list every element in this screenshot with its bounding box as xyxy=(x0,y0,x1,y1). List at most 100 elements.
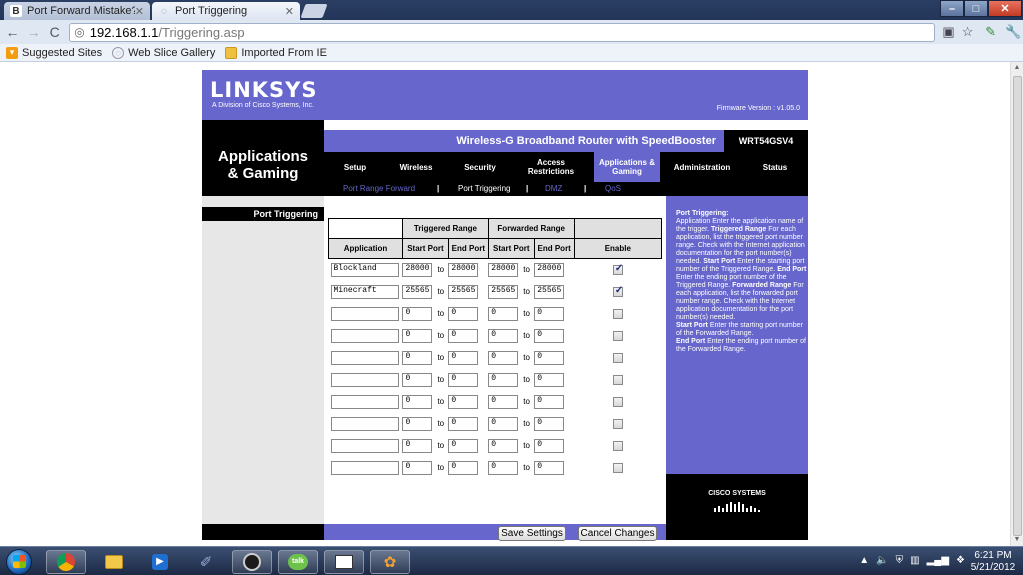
extension-icon[interactable]: ✎ xyxy=(981,24,1000,40)
triggered-start-port-input[interactable]: 0 xyxy=(402,372,433,387)
scroll-thumb[interactable] xyxy=(1013,76,1022,536)
save-settings-button[interactable]: Save Settings xyxy=(498,526,566,541)
enable-checkbox[interactable] xyxy=(612,308,623,319)
chrome-taskbar-button[interactable] xyxy=(46,550,86,574)
forwarded-end-port-input[interactable]: 0 xyxy=(534,372,565,387)
forwarded-end-port-input[interactable]: 0 xyxy=(534,306,565,321)
minimize-button[interactable]: – xyxy=(940,0,964,17)
forward-arrow-icon[interactable]: → xyxy=(25,24,42,40)
triggered-start-port-input[interactable]: 25565 xyxy=(402,284,433,299)
forwarded-start-port-input[interactable]: 0 xyxy=(488,350,519,365)
forwarded-end-port-input[interactable]: 0 xyxy=(534,350,565,365)
scroll-down-arrow-icon[interactable]: ▼ xyxy=(1011,536,1023,543)
dropbox-icon[interactable]: ❖ xyxy=(956,555,965,566)
application-name-input[interactable] xyxy=(330,394,399,409)
google-talk-taskbar-button[interactable]: talk xyxy=(278,550,318,574)
triggered-start-port-input[interactable]: 0 xyxy=(402,394,433,409)
forwarded-start-port-input[interactable]: 0 xyxy=(488,306,519,321)
star-icon[interactable]: ☆ xyxy=(958,24,977,40)
nav-administration[interactable]: Administration xyxy=(666,152,738,182)
address-bar[interactable]: ◎ 192.168.1.1/Triggering.asp xyxy=(69,22,936,42)
enable-checkbox[interactable] xyxy=(612,440,623,451)
forwarded-start-port-input[interactable]: 25565 xyxy=(488,284,519,299)
triggered-end-port-input[interactable]: 28000 xyxy=(448,262,479,277)
application-name-input[interactable]: Minecraft xyxy=(330,284,399,299)
close-window-button[interactable]: ✕ xyxy=(988,0,1022,17)
new-tab-button[interactable] xyxy=(300,4,328,18)
art-taskbar-button[interactable]: ✿ xyxy=(370,550,410,574)
nav-wireless[interactable]: Wireless xyxy=(388,152,444,182)
nav-setup[interactable]: Setup xyxy=(330,152,380,182)
translate-icon[interactable]: ▣ xyxy=(939,24,958,40)
triggered-start-port-input[interactable]: 0 xyxy=(402,438,433,453)
subnav-port-range-forward[interactable]: Port Range Forward xyxy=(343,182,415,196)
bookmark-imported-from-ie[interactable]: Imported From IE xyxy=(225,46,327,59)
forwarded-start-port-input[interactable]: 28000 xyxy=(488,262,519,277)
triggered-start-port-input[interactable]: 0 xyxy=(402,350,433,365)
window-taskbar-button[interactable] xyxy=(324,550,364,574)
volume-icon[interactable]: 🔈 xyxy=(876,555,888,566)
application-name-input[interactable] xyxy=(330,328,399,343)
triggered-end-port-input[interactable]: 0 xyxy=(448,306,479,321)
steam-taskbar-button[interactable] xyxy=(232,550,272,574)
reload-icon[interactable]: C xyxy=(46,24,63,40)
forwarded-end-port-input[interactable]: 0 xyxy=(534,328,565,343)
close-icon[interactable]: ✕ xyxy=(285,5,294,18)
triggered-end-port-input[interactable]: 25565 xyxy=(448,284,479,299)
tray-expand-icon[interactable]: ▲ xyxy=(859,555,869,566)
back-arrow-icon[interactable]: ← xyxy=(4,24,21,40)
subnav-port-triggering[interactable]: Port Triggering xyxy=(458,182,510,196)
enable-checkbox[interactable] xyxy=(612,374,623,385)
triggered-start-port-input[interactable]: 0 xyxy=(402,328,433,343)
application-name-input[interactable] xyxy=(330,460,399,475)
forwarded-end-port-input[interactable]: 25565 xyxy=(534,284,565,299)
application-name-input[interactable] xyxy=(330,372,399,387)
forwarded-start-port-input[interactable]: 0 xyxy=(488,438,519,453)
triggered-start-port-input[interactable]: 28000 xyxy=(402,262,433,277)
maximize-button[interactable]: □ xyxy=(964,0,988,17)
tab-port-triggering[interactable]: ◌ Port Triggering ✕ xyxy=(152,2,300,20)
forwarded-start-port-input[interactable]: 0 xyxy=(488,372,519,387)
enable-checkbox[interactable] xyxy=(612,352,623,363)
enable-checkbox[interactable] xyxy=(612,330,623,341)
forwarded-end-port-input[interactable]: 0 xyxy=(534,416,565,431)
bookmark-web-slice-gallery[interactable]: ◌ Web Slice Gallery xyxy=(112,46,215,59)
triggered-start-port-input[interactable]: 0 xyxy=(402,460,433,475)
signal-icon[interactable]: ▂▄▆ xyxy=(927,555,949,566)
forwarded-end-port-input[interactable]: 28000 xyxy=(534,262,565,277)
start-button[interactable] xyxy=(6,549,32,575)
forwarded-start-port-input[interactable]: 0 xyxy=(488,328,519,343)
tab-port-forward-mistake[interactable]: B Port Forward Mistake? ✕ xyxy=(4,2,150,20)
media-player-taskbar-button[interactable]: ▶ xyxy=(140,550,180,574)
triggered-end-port-input[interactable]: 0 xyxy=(448,460,479,475)
close-icon[interactable]: ✕ xyxy=(135,5,144,18)
subnav-dmz[interactable]: DMZ xyxy=(545,182,562,196)
application-name-input[interactable] xyxy=(330,350,399,365)
vertical-scrollbar[interactable]: ▲ ▼ xyxy=(1010,62,1023,546)
forwarded-end-port-input[interactable]: 0 xyxy=(534,394,565,409)
clock[interactable]: 6:21 PM 5/21/2012 xyxy=(969,550,1017,574)
triggered-end-port-input[interactable]: 0 xyxy=(448,438,479,453)
application-name-input[interactable]: Blockland xyxy=(330,262,399,277)
application-name-input[interactable] xyxy=(330,438,399,453)
bookmark-suggested-sites[interactable]: ▾ Suggested Sites xyxy=(6,46,102,59)
triggered-end-port-input[interactable]: 0 xyxy=(448,394,479,409)
shield-icon[interactable]: ⛨ xyxy=(896,555,904,566)
forwarded-start-port-input[interactable]: 0 xyxy=(488,416,519,431)
cancel-changes-button[interactable]: Cancel Changes xyxy=(578,526,657,541)
network-icon[interactable]: ▥ xyxy=(910,555,919,566)
forwarded-end-port-input[interactable]: 0 xyxy=(534,438,565,453)
enable-checkbox[interactable] xyxy=(612,263,623,275)
enable-checkbox[interactable] xyxy=(612,396,623,407)
triggered-start-port-input[interactable]: 0 xyxy=(402,306,433,321)
triggered-end-port-input[interactable]: 0 xyxy=(448,372,479,387)
nav-access-restrictions[interactable]: Access Restrictions xyxy=(516,152,586,182)
forwarded-end-port-input[interactable]: 0 xyxy=(534,460,565,475)
forwarded-start-port-input[interactable]: 0 xyxy=(488,394,519,409)
nav-security[interactable]: Security xyxy=(452,152,508,182)
subnav-qos[interactable]: QoS xyxy=(605,182,621,196)
application-name-input[interactable] xyxy=(330,306,399,321)
nav-status[interactable]: Status xyxy=(750,152,800,182)
paint-taskbar-button[interactable]: ✐ xyxy=(186,550,226,574)
triggered-end-port-input[interactable]: 0 xyxy=(448,416,479,431)
